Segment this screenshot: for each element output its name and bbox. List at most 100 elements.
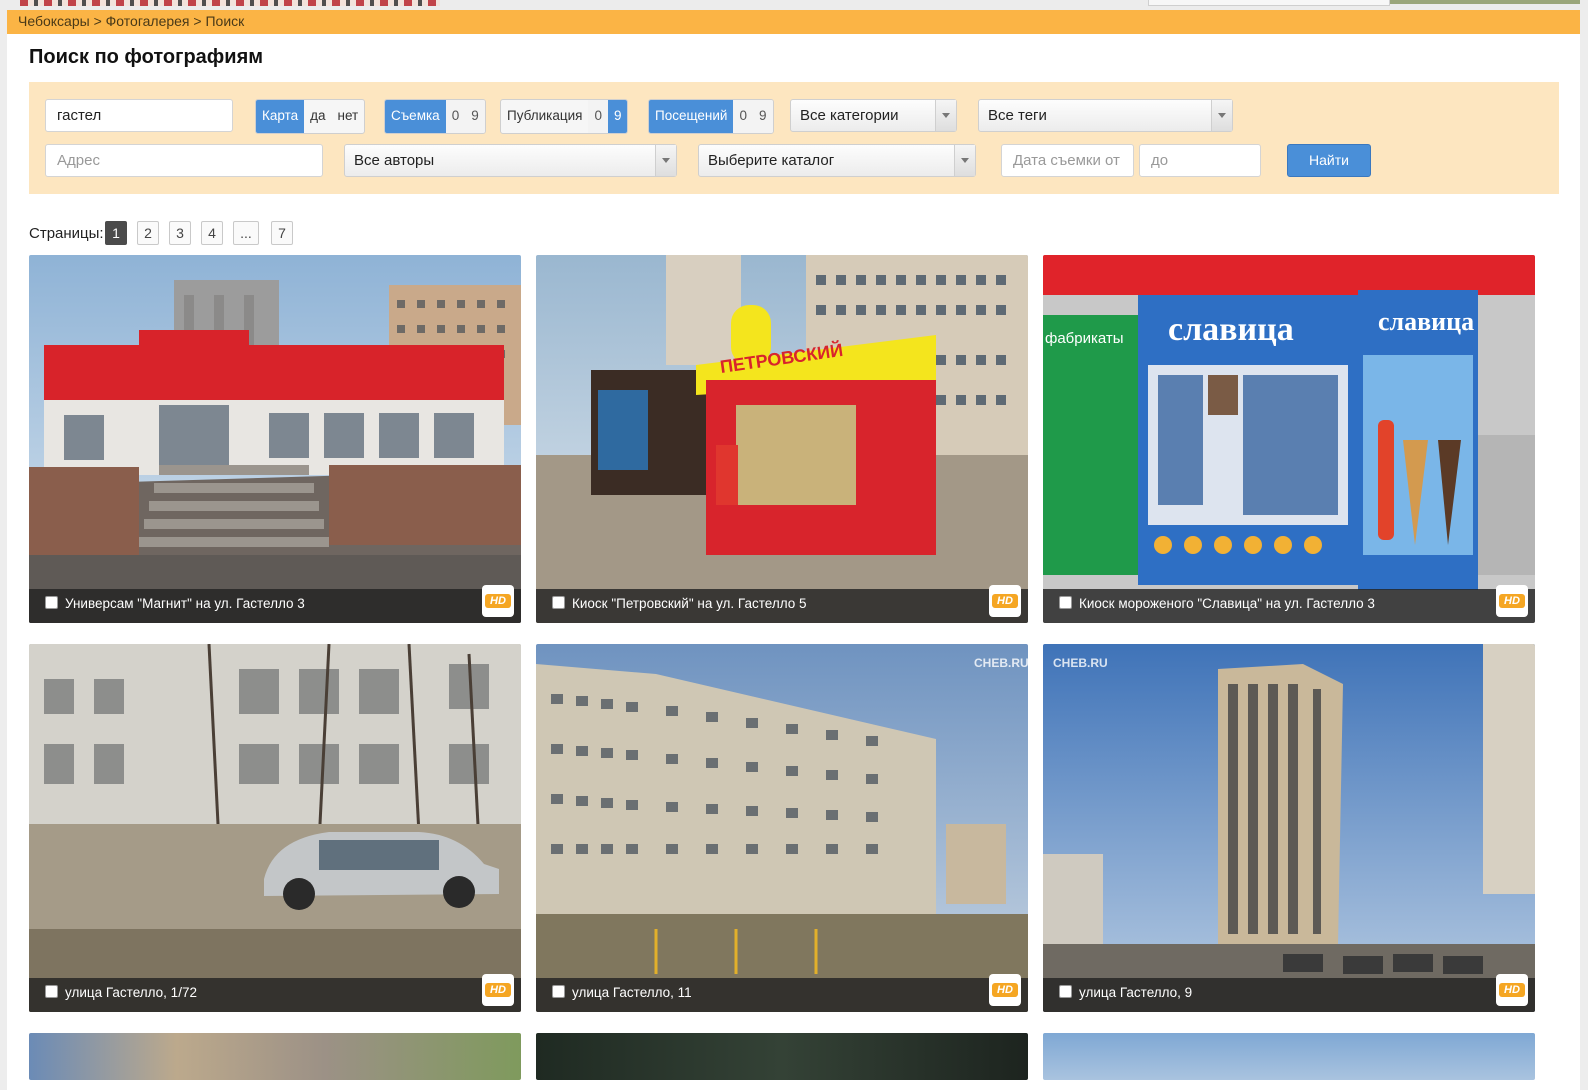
header-banner-image[interactable] (1390, 0, 1580, 4)
photo-card[interactable] (29, 1033, 521, 1080)
hd-badge-label: HD (992, 594, 1018, 608)
map-filter-yes[interactable]: да (304, 100, 331, 133)
visits-filter: Посещений 0 9 (648, 99, 774, 134)
address-input[interactable]: Адрес (45, 144, 323, 177)
select-photo-checkbox[interactable] (45, 596, 58, 609)
photo-magnit-store[interactable] (29, 255, 521, 623)
photo-caption-bar: Универсам "Магнит" на ул. Гастелло 3 HD (29, 585, 521, 623)
shooting-filter-from[interactable]: 0 (445, 100, 466, 133)
breadcrumb-current: Поиск (205, 13, 245, 29)
photo-gastello-1-72[interactable] (29, 644, 521, 1012)
catalog-select-value: Выберите каталог (708, 152, 835, 169)
photo-card[interactable] (1043, 1033, 1535, 1080)
date-from-input[interactable]: Дата съемки от (1001, 144, 1134, 177)
photo-gastello-11[interactable]: CHEB.RU (536, 644, 1028, 1012)
search-filter-panel: гастел Карта да нет Съемка 0 9 Публикаци… (29, 82, 1559, 194)
site-header-strip (0, 0, 1588, 10)
page-button-2[interactable]: 2 (137, 221, 159, 245)
visits-filter-label[interactable]: Посещений (649, 100, 734, 133)
breadcrumb-link-cheboksary[interactable]: Чебоксары (18, 10, 90, 32)
photo-caption-bar: Киоск мороженого "Славица" на ул. Гастел… (1043, 585, 1535, 623)
photo-caption[interactable]: улица Гастелло, 9 (1079, 985, 1192, 1000)
publication-filter-label[interactable]: Публикация (501, 100, 588, 133)
hd-badge-label: HD (1499, 983, 1525, 997)
page-title: Поиск по фотографиям (29, 46, 264, 68)
site-logo[interactable] (20, 0, 440, 6)
authors-select[interactable]: Все авторы (344, 144, 677, 177)
chevron-down-icon (1211, 100, 1232, 131)
breadcrumb: Чебоксары > Фотогалерея > Поиск (7, 10, 1580, 34)
visits-filter-from[interactable]: 0 (733, 100, 753, 133)
photo-thumbnail[interactable] (1043, 1033, 1535, 1080)
photo-watermark: CHEB.RU (1053, 656, 1108, 670)
kiosk-sign-text-left: фабрикаты (1045, 330, 1124, 347)
chevron-down-icon (935, 100, 956, 131)
hd-badge: HD (482, 974, 514, 1006)
hd-badge-label: HD (992, 983, 1018, 997)
map-filter-label[interactable]: Карта (256, 100, 305, 133)
page-button-1[interactable]: 1 (105, 221, 127, 245)
categories-select[interactable]: Все категории (790, 99, 957, 132)
photo-watermark: CHEB.RU (974, 656, 1028, 670)
kiosk-sign-text: славица (1168, 311, 1294, 348)
page-button-ellipsis[interactable]: ... (233, 221, 259, 245)
tags-select-value: Все теги (988, 107, 1047, 124)
photo-caption[interactable]: улица Гастелло, 11 (572, 985, 692, 1000)
publication-filter-from[interactable]: 0 (588, 100, 608, 133)
publication-filter-to[interactable]: 9 (607, 100, 628, 133)
photo-caption-bar: Киоск "Петровский" на ул. Гастелло 5 HD (536, 585, 1028, 623)
hd-badge: HD (989, 974, 1021, 1006)
chevron-down-icon (954, 145, 975, 176)
photo-card[interactable]: ПЕТРОВСКИЙ Киоск "Петровский" на ул. Гас… (536, 255, 1028, 623)
photo-slavitsa-kiosk[interactable]: славица славица фабрикаты (1043, 255, 1535, 623)
date-to-input[interactable]: до (1139, 144, 1261, 177)
photo-card[interactable]: улица Гастелло, 1/72 HD (29, 644, 521, 1012)
tags-select[interactable]: Все теги (978, 99, 1233, 132)
hd-badge: HD (1496, 585, 1528, 617)
photo-thumbnail[interactable] (536, 1033, 1028, 1080)
breadcrumb-link-gallery[interactable]: Фотогалерея (106, 10, 190, 32)
visits-filter-to[interactable]: 9 (753, 100, 773, 133)
select-photo-checkbox[interactable] (552, 596, 565, 609)
select-photo-checkbox[interactable] (552, 985, 565, 998)
hd-badge: HD (1496, 974, 1528, 1006)
select-photo-checkbox[interactable] (1059, 985, 1072, 998)
hd-badge-label: HD (1499, 594, 1525, 608)
select-photo-checkbox[interactable] (1059, 596, 1072, 609)
search-input[interactable]: гастел (45, 99, 233, 132)
photo-card[interactable]: CHEB.RU улица Гастелло, 9 HD (1043, 644, 1535, 1012)
photo-card[interactable]: Универсам "Магнит" на ул. Гастелло 3 HD (29, 255, 521, 623)
catalog-select[interactable]: Выберите каталог (698, 144, 976, 177)
chevron-down-icon (655, 145, 676, 176)
photo-caption[interactable]: Киоск мороженого "Славица" на ул. Гастел… (1079, 596, 1375, 611)
map-filter-no[interactable]: нет (332, 100, 365, 133)
shooting-filter-label[interactable]: Съемка (385, 100, 446, 133)
photo-thumbnail[interactable] (29, 1033, 521, 1080)
page-content: Чебоксары > Фотогалерея > Поиск Поиск по… (7, 10, 1580, 1090)
photo-card[interactable] (536, 1033, 1028, 1080)
hd-badge-label: HD (485, 594, 511, 608)
photo-caption-bar: улица Гастелло, 1/72 HD (29, 974, 521, 1012)
page-button-3[interactable]: 3 (169, 221, 191, 245)
hd-badge: HD (989, 585, 1021, 617)
authors-select-value: Все авторы (354, 152, 435, 169)
photo-caption-bar: улица Гастелло, 11 HD (536, 974, 1028, 1012)
shooting-filter-to[interactable]: 9 (465, 100, 485, 133)
photo-caption[interactable]: Универсам "Магнит" на ул. Гастелло 3 (65, 596, 305, 611)
photo-petrovsky-kiosk[interactable]: ПЕТРОВСКИЙ (536, 255, 1028, 623)
hd-badge-label: HD (485, 983, 511, 997)
photo-gastello-9[interactable]: CHEB.RU (1043, 644, 1535, 1012)
photo-card[interactable]: CHEB.RU улица Гастелло, 11 HD (536, 644, 1028, 1012)
select-photo-checkbox[interactable] (45, 985, 58, 998)
find-button[interactable]: Найти (1287, 144, 1371, 177)
categories-select-value: Все категории (800, 107, 899, 124)
pagination-label: Страницы: (29, 225, 104, 242)
photo-caption[interactable]: Киоск "Петровский" на ул. Гастелло 5 (572, 596, 807, 611)
publication-date-filter: Публикация 0 9 (500, 99, 629, 134)
photo-caption[interactable]: улица Гастелло, 1/72 (65, 985, 197, 1000)
page-button-7[interactable]: 7 (271, 221, 293, 245)
photo-card[interactable]: славица славица фабрикаты Киоск морожено… (1043, 255, 1535, 623)
breadcrumb-separator: > (93, 13, 102, 29)
header-banner[interactable] (1148, 0, 1390, 6)
page-button-4[interactable]: 4 (201, 221, 223, 245)
